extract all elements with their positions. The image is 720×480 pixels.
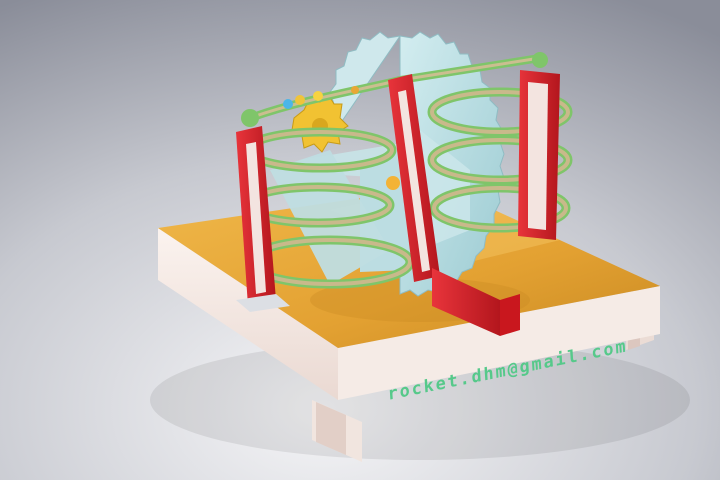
red-frame-right [518,52,560,240]
marble-machine-render: rocket.dhm@gmail.com [0,0,720,480]
